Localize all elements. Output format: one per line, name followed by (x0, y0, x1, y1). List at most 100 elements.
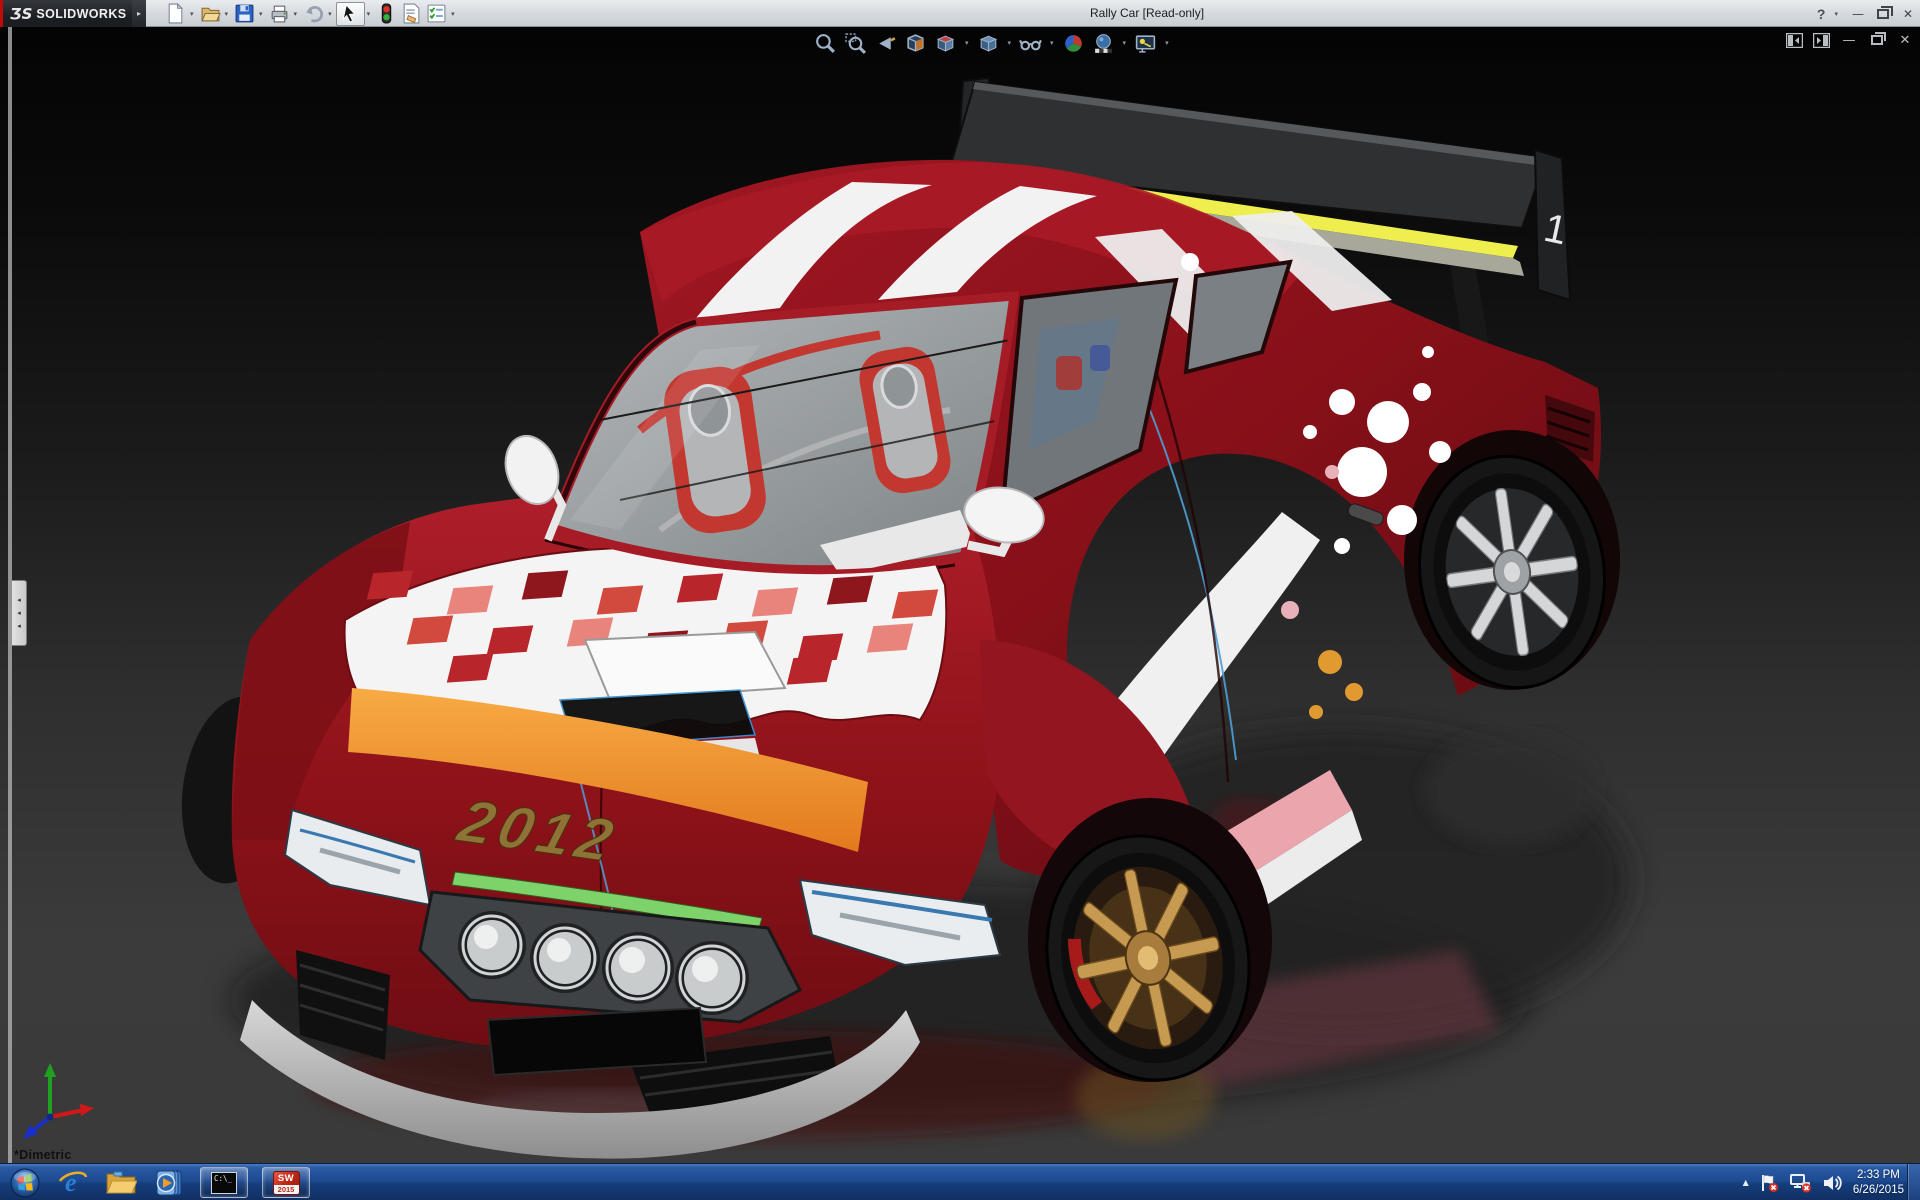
view-settings-dropdown[interactable]: ▾ (1165, 39, 1169, 47)
doc-restore-button[interactable] (1868, 31, 1886, 49)
options-dropdown[interactable]: ▾ (451, 10, 455, 18)
file-properties-icon (403, 3, 420, 24)
view-orientation-icon (936, 35, 955, 52)
print-dropdown[interactable]: ▾ (294, 10, 298, 18)
titlebar: ƷS SOLIDWORKS ▸ ▾ ▾ ▾ ▾ ▾ ▾ ▾ Rally Car … (0, 0, 1920, 27)
3d-viewport[interactable]: 1 2012 (0, 27, 1920, 1163)
select-cursor-icon (341, 4, 356, 23)
action-center-flag-icon[interactable] (1758, 1173, 1780, 1193)
show-task-pane-icon[interactable] (1813, 32, 1830, 48)
doc-restore-icon (1871, 32, 1886, 45)
new-dropdown[interactable]: ▾ (190, 10, 194, 18)
glasses-icon (1019, 39, 1042, 50)
media-player-icon (156, 1170, 182, 1195)
solidworks-icon-text: SW (277, 1172, 295, 1184)
save-dropdown[interactable]: ▾ (259, 10, 263, 18)
edit-appearance-button[interactable] (1060, 31, 1087, 55)
collapse-arrow-icon: ◂ (17, 608, 21, 617)
file-properties-button[interactable] (399, 2, 424, 26)
previous-view-icon (879, 36, 896, 50)
logo-red-stripe (0, 0, 3, 27)
doc-close-button[interactable]: ✕ (1896, 31, 1914, 49)
view-orientation-button[interactable] (932, 31, 959, 55)
heads-up-view-toolbar: ▾ ▾ ▾ ▾ ▾ (812, 30, 1172, 56)
minimize-button[interactable]: — (1849, 5, 1867, 23)
command-prompt-icon: C:\_ (211, 1171, 237, 1194)
new-document-icon (168, 3, 184, 24)
undo-button[interactable] (301, 2, 326, 26)
start-button[interactable] (8, 1167, 42, 1198)
windows-taskbar: e C:\_ SW 2015 ▲ 2:33 PM 6/26/2015 (0, 1163, 1920, 1200)
document-window-controls: — ✕ (1786, 31, 1914, 49)
command-prompt-button[interactable]: C:\_ (200, 1167, 248, 1198)
zoom-to-fit-button[interactable] (812, 31, 839, 55)
appearance-sphere-icon (1064, 34, 1082, 52)
apply-scene-dropdown[interactable]: ▾ (1123, 39, 1127, 47)
apply-scene-icon (1094, 33, 1112, 53)
section-view-icon (907, 33, 924, 52)
hide-show-dropdown[interactable]: ▾ (1050, 39, 1054, 47)
options-button[interactable] (424, 2, 449, 26)
apply-scene-button[interactable] (1090, 31, 1117, 55)
zoom-to-fit-icon (816, 33, 835, 53)
view-settings-icon (1135, 34, 1156, 53)
restore-button[interactable] (1874, 5, 1893, 23)
display-style-dropdown[interactable]: ▾ (1008, 39, 1012, 47)
show-feature-pane-icon[interactable] (1786, 32, 1803, 48)
zoom-to-area-icon (845, 32, 867, 54)
view-orientation-dropdown[interactable]: ▾ (965, 39, 969, 47)
menu-expand-arrow[interactable]: ▸ (132, 0, 146, 27)
undo-icon (306, 5, 324, 23)
internet-explorer-icon: e (58, 1168, 88, 1197)
display-style-icon (979, 35, 997, 52)
command-prompt-icon-text: C:\_ (214, 1173, 233, 1183)
volume-icon[interactable] (1822, 1173, 1844, 1193)
zoom-to-area-button[interactable] (842, 31, 869, 55)
internet-explorer-button[interactable]: e (56, 1167, 90, 1198)
taskbar-clock[interactable]: 2:33 PM 6/26/2015 (1853, 1168, 1904, 1197)
help-button[interactable]: ? (1817, 6, 1826, 22)
taskbar-items: e C:\_ SW 2015 (8, 1164, 310, 1200)
show-hidden-icons-button[interactable]: ▲ (1743, 1178, 1749, 1187)
show-desktop-button[interactable] (1907, 1164, 1920, 1200)
previous-view-button[interactable] (872, 31, 899, 55)
traffic-light-icon (381, 3, 392, 24)
display-style-button[interactable] (975, 31, 1002, 55)
doc-minimize-button[interactable]: — (1840, 31, 1858, 49)
open-button[interactable] (198, 2, 223, 26)
solidworks-logo: ƷS SOLIDWORKS (0, 0, 132, 27)
media-player-button[interactable] (152, 1167, 186, 1198)
view-settings-button[interactable] (1132, 31, 1159, 55)
solidworks-2015-icon: SW 2015 (272, 1170, 300, 1195)
clock-time: 2:33 PM (1857, 1169, 1900, 1182)
open-dropdown[interactable]: ▾ (225, 10, 229, 18)
solidworks-icon-year: 2015 (273, 1184, 299, 1194)
select-dropdown[interactable]: ▾ (367, 10, 371, 18)
close-button[interactable]: ✕ (1899, 5, 1917, 23)
windows-explorer-button[interactable] (104, 1167, 138, 1198)
restore-icon (1877, 5, 1893, 19)
print-icon (271, 5, 287, 23)
view-orientation-label: *Dimetric (14, 1148, 72, 1162)
graphics-area: 1 2012 ▾ ▾ ▾ ▾ ▾ — ✕ ◂ ◂ ◂ *Dimetric (0, 27, 1920, 1163)
rebuild-indicator[interactable] (374, 2, 399, 26)
undo-dropdown[interactable]: ▾ (328, 10, 332, 18)
print-button[interactable] (267, 2, 292, 26)
solidworks-logo-text: SOLIDWORKS (36, 6, 127, 21)
main-toolbar: ▾ ▾ ▾ ▾ ▾ ▾ ▾ (163, 1, 459, 26)
feature-pane-collapsed-tab[interactable]: ◂ ◂ ◂ (12, 580, 27, 646)
save-button[interactable] (232, 2, 257, 26)
new-button[interactable] (163, 2, 188, 26)
section-view-button[interactable] (902, 31, 929, 55)
network-status-icon[interactable] (1789, 1173, 1813, 1193)
save-floppy-icon (235, 4, 254, 23)
reference-triad (23, 1063, 94, 1139)
collapse-arrow-icon: ◂ (17, 595, 21, 604)
hide-show-items-button[interactable] (1017, 31, 1044, 55)
solidworks-2015-button[interactable]: SW 2015 (262, 1167, 310, 1198)
help-dropdown[interactable]: ▾ (1834, 10, 1838, 18)
window-title: Rally Car [Read-only] (1090, 6, 1205, 20)
titlebar-controls: ? ▾ — ✕ (1817, 0, 1917, 27)
select-button[interactable] (335, 1, 365, 26)
collapse-arrow-icon: ◂ (17, 621, 21, 630)
